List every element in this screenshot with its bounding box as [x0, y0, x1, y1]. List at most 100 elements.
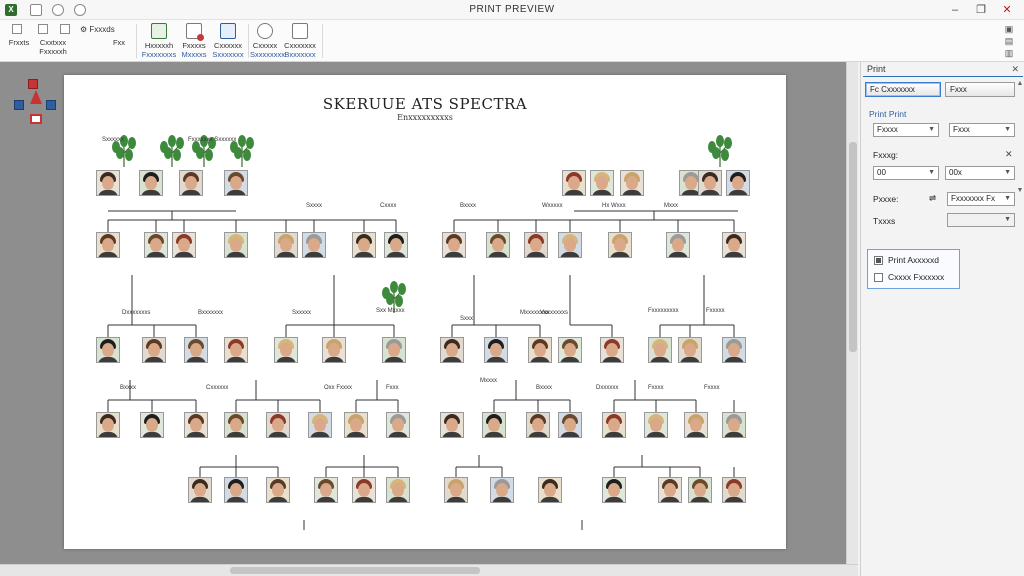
range-clear-icon[interactable]: ✕: [1005, 149, 1013, 160]
person-photo: [96, 232, 120, 258]
range-to-dropdown[interactable]: 00x ▼: [945, 166, 1015, 180]
person-body: [680, 357, 700, 362]
person-body: [268, 497, 288, 502]
nav-right-icon[interactable]: [46, 100, 56, 110]
ribbon-options[interactable]: ▣ ▤ ▥: [1002, 23, 1016, 59]
person-card: [597, 337, 627, 363]
person-body: [316, 497, 336, 502]
new-file-icon[interactable]: [30, 4, 42, 16]
paper-dropdown[interactable]: Fxxx ▼: [949, 123, 1015, 137]
tree-leaf: [398, 283, 406, 295]
person-photo: [722, 337, 746, 363]
person-card: [181, 337, 211, 363]
person-card: [379, 337, 409, 363]
person-photo: [308, 412, 332, 438]
document-icon: [220, 23, 236, 39]
person-body: [592, 190, 612, 195]
printer-dropdown[interactable]: Fxxxx ▼: [873, 123, 939, 137]
tree-leaf: [243, 149, 251, 161]
horizontal-scroll-thumb[interactable]: [230, 567, 480, 574]
person-card: [481, 337, 511, 363]
navigation-tool-icon[interactable]: [14, 76, 56, 126]
vertical-scrollbar[interactable]: [846, 62, 858, 564]
history-button[interactable]: Hxxxxxh Fxxxxxxxs: [140, 22, 178, 60]
person-body: [226, 190, 246, 195]
minimize-button[interactable]: –: [944, 1, 966, 19]
person-body: [724, 497, 744, 502]
person-card: [523, 412, 553, 438]
crop-features-label: Cxxxx Fxxxxxx: [888, 272, 945, 282]
branch-label: Fxxxxxxxxx: [648, 308, 679, 314]
close-button[interactable]: ✕: [996, 1, 1018, 19]
nav-up-icon[interactable]: [28, 79, 38, 89]
person-photo: [608, 232, 632, 258]
grid-toggle[interactable]: [38, 24, 48, 34]
panel-close-icon[interactable]: ✕: [1011, 64, 1019, 75]
zoom-toggle[interactable]: [60, 24, 70, 34]
ribbon-separator: [322, 24, 323, 58]
person-card: [136, 170, 166, 196]
range-from-dropdown[interactable]: 00 ▼: [873, 166, 939, 180]
format-dropdown[interactable]: ⚙ Fxxxds: [80, 25, 115, 34]
person-body: [622, 190, 642, 195]
tree-leaf: [205, 149, 213, 161]
person-body: [526, 252, 546, 257]
person-card: [479, 412, 509, 438]
person-card: [139, 337, 169, 363]
person-face: [190, 418, 202, 432]
person-photo: [442, 232, 466, 258]
branch-label: Sxxxxxx: [102, 137, 125, 143]
topics-dropdown[interactable]: ▼: [947, 213, 1015, 227]
person-photo: [142, 337, 166, 363]
search-button[interactable]: Cxxxxx Sxxxxxxxx: [250, 22, 285, 60]
nav-down-icon[interactable]: [30, 114, 42, 124]
print-panel-header: Print ✕: [863, 63, 1023, 77]
person-face: [178, 238, 190, 252]
pages-dropdown[interactable]: Fxxxxxxx Fx ▼: [947, 192, 1015, 206]
person-photo: [444, 477, 468, 503]
setup-button[interactable]: Fxxx: [945, 82, 1015, 97]
branch-label: Sxxxxx: [292, 310, 312, 316]
branch-label: Cxxxxxx: [206, 385, 229, 391]
forms-button[interactable]: Fxxxxs Mxxxxs: [178, 22, 210, 60]
person-photo: [658, 477, 682, 503]
person-body: [384, 357, 404, 362]
vertical-scroll-thumb[interactable]: [849, 142, 857, 352]
person-photo: [698, 170, 722, 196]
person-body: [388, 497, 408, 502]
person-face: [664, 483, 676, 497]
print-advanced-checkbox[interactable]: Print Axxxxxd: [874, 255, 939, 266]
content-button[interactable]: Cxxxxxx Sxxxxxxx: [210, 22, 246, 60]
maximize-button[interactable]: ❐: [970, 1, 992, 19]
person-body: [560, 432, 580, 437]
close-preview-button[interactable]: Cxxxxxxx Bxxxxxxx: [282, 22, 318, 60]
undo-icon[interactable]: [74, 4, 86, 16]
layout-toggle[interactable]: [12, 24, 22, 34]
nav-left-icon[interactable]: [14, 100, 24, 110]
person-face: [530, 238, 542, 252]
person-photo: [644, 412, 668, 438]
person-face: [446, 343, 458, 357]
person-body: [98, 190, 118, 195]
branch-label: Sxxx: [460, 316, 474, 322]
person-photo: [224, 232, 248, 258]
person-face: [490, 343, 502, 357]
horizontal-scrollbar[interactable]: [0, 564, 858, 576]
person-card: [605, 232, 635, 258]
tree-leaf: [724, 137, 732, 149]
crop-features-checkbox[interactable]: Cxxxx Fxxxxxx: [874, 272, 945, 283]
person-body: [276, 252, 296, 257]
person-body: [610, 252, 630, 257]
branch-label: Fxxxx: [704, 385, 720, 391]
person-photo: [382, 337, 406, 363]
panel-scrollbar[interactable]: ▲ ▼: [1016, 80, 1024, 200]
person-photo: [490, 477, 514, 503]
person-body: [324, 357, 344, 362]
save-icon[interactable]: [52, 4, 64, 16]
pages-separator: ⇌: [929, 193, 937, 203]
print-button[interactable]: Fc Cxxxxxxx: [865, 82, 941, 97]
person-card: [487, 477, 517, 503]
person-face: [272, 418, 284, 432]
person-photo: [140, 412, 164, 438]
tree-leaf: [386, 293, 394, 305]
